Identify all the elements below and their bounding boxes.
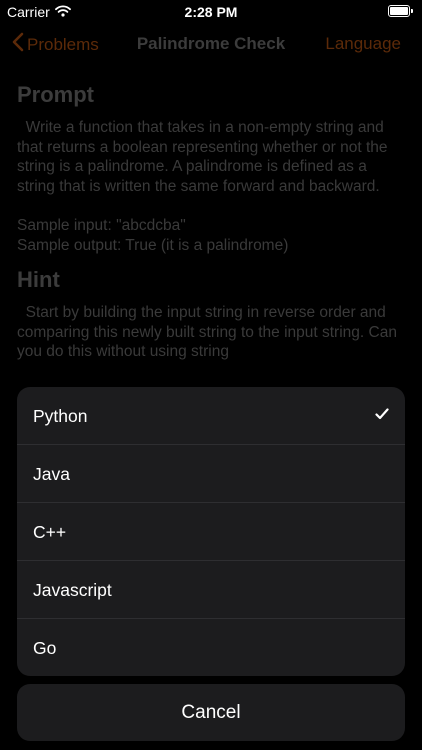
language-option-cpp[interactable]: C++ <box>17 503 405 561</box>
cancel-button-label: Cancel <box>181 702 241 723</box>
option-label: Java <box>33 464 70 484</box>
language-option-go[interactable]: Go <box>17 619 405 676</box>
hint-text: Start by building the input string in re… <box>17 304 402 360</box>
language-option-javascript[interactable]: Javascript <box>17 561 405 619</box>
problem-content: Prompt Write a function that takes in a … <box>17 82 407 362</box>
language-action-sheet: Python Java C++ Javascript Go <box>17 387 405 676</box>
option-label: Javascript <box>33 580 112 600</box>
sample-input: Sample input: "abcdcba" <box>17 217 186 234</box>
option-label: Go <box>33 638 57 658</box>
option-label: Python <box>33 406 88 426</box>
language-option-python[interactable]: Python <box>17 387 405 445</box>
cancel-button[interactable]: Cancel <box>17 684 405 741</box>
prompt-heading: Prompt <box>17 82 94 107</box>
prompt-text: Write a function that takes in a non-emp… <box>17 119 392 195</box>
option-label: C++ <box>33 522 67 542</box>
sample-output: Sample output: True (it is a palindrome) <box>17 236 289 254</box>
checkmark-icon <box>375 407 389 425</box>
status-bar: Carrier 2:28 PM <box>0 0 422 24</box>
battery-icon <box>388 5 414 17</box>
language-option-java[interactable]: Java <box>17 445 405 503</box>
status-time: 2:28 PM <box>184 4 238 20</box>
language-button[interactable]: Language <box>325 34 401 54</box>
hint-heading: Hint <box>17 267 60 292</box>
navigation-bar: Problems Palindrome Check Language <box>0 26 422 62</box>
